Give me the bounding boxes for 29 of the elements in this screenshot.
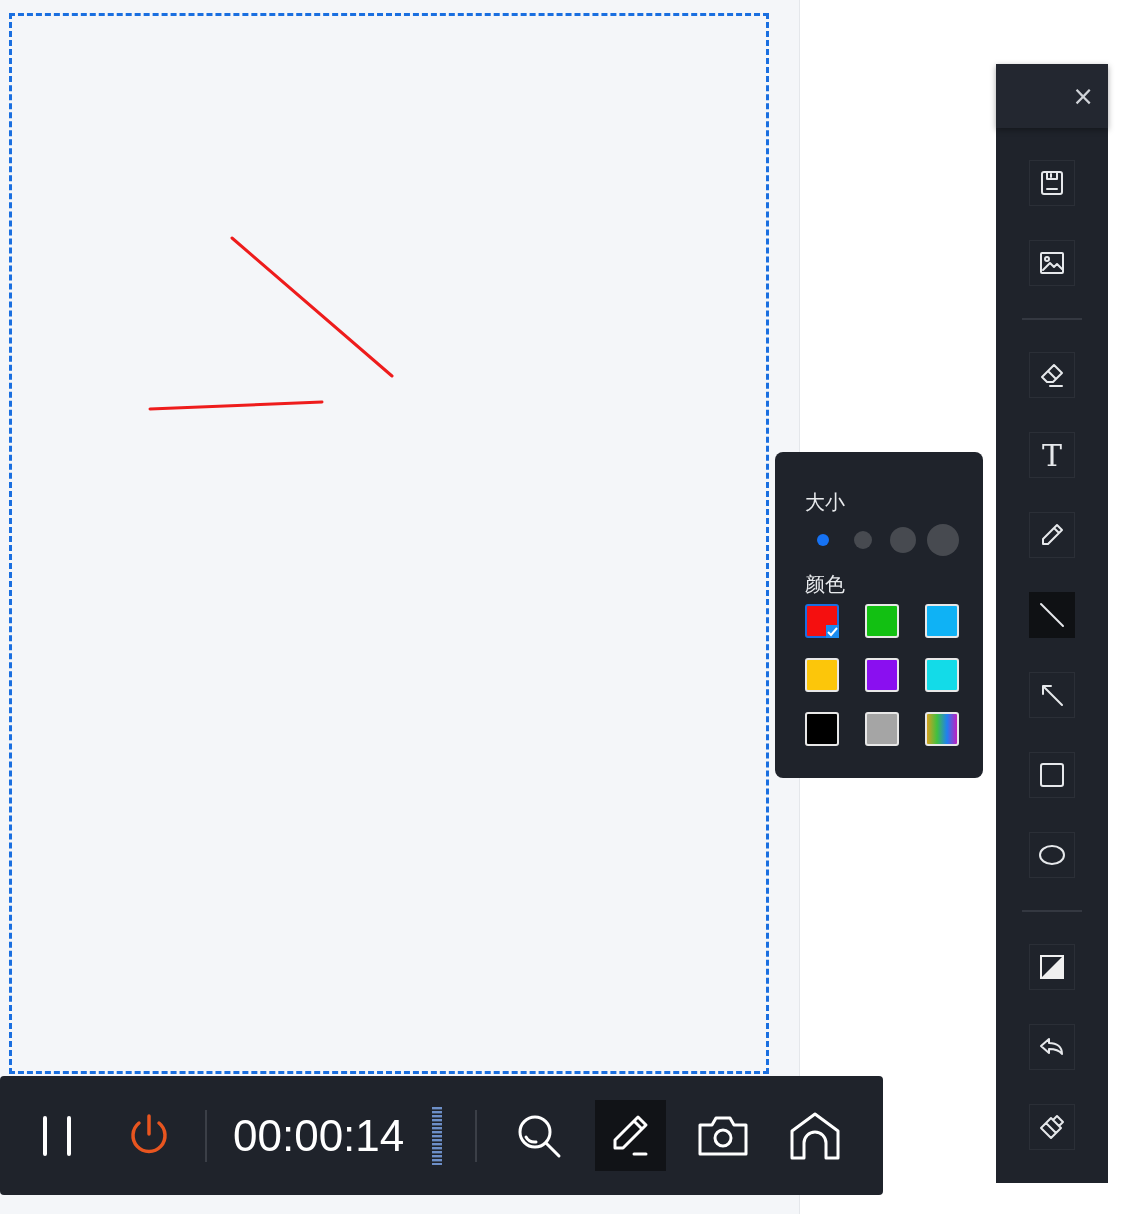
contrast-icon: [1038, 953, 1066, 981]
tool-button[interactable]: [1029, 160, 1075, 206]
color-swatch[interactable]: [805, 604, 839, 638]
tool-button[interactable]: [1029, 672, 1075, 718]
elapsed-time: 00:00:14: [233, 1110, 405, 1161]
size-option[interactable]: [817, 534, 829, 546]
tool-button[interactable]: [1029, 944, 1075, 990]
tool-button[interactable]: [1029, 352, 1075, 398]
close-button[interactable]: ×: [1068, 83, 1098, 109]
line-icon: [1038, 601, 1066, 629]
camera-icon: [696, 1114, 749, 1157]
check-icon: [826, 625, 839, 638]
tool-button[interactable]: [1029, 512, 1075, 558]
tool-button[interactable]: [1029, 240, 1075, 286]
audio-meter-icon: [432, 1106, 443, 1165]
text-tool-button[interactable]: T: [1029, 432, 1075, 478]
size-label: 大小: [805, 490, 846, 514]
tool-button[interactable]: [1029, 752, 1075, 798]
tool-button[interactable]: [1029, 592, 1075, 638]
rectangle-icon: [1038, 761, 1066, 789]
draw-button[interactable]: [595, 1100, 667, 1171]
tool-button[interactable]: [1029, 832, 1075, 878]
tool-button[interactable]: [1029, 1104, 1075, 1150]
eraser-icon: [1038, 361, 1066, 389]
tool-button[interactable]: [1029, 1024, 1075, 1070]
color-label: 颜色: [805, 572, 846, 596]
image-icon: [1038, 249, 1066, 277]
brush-icon: [1038, 1113, 1066, 1141]
home-icon: [788, 1110, 841, 1161]
